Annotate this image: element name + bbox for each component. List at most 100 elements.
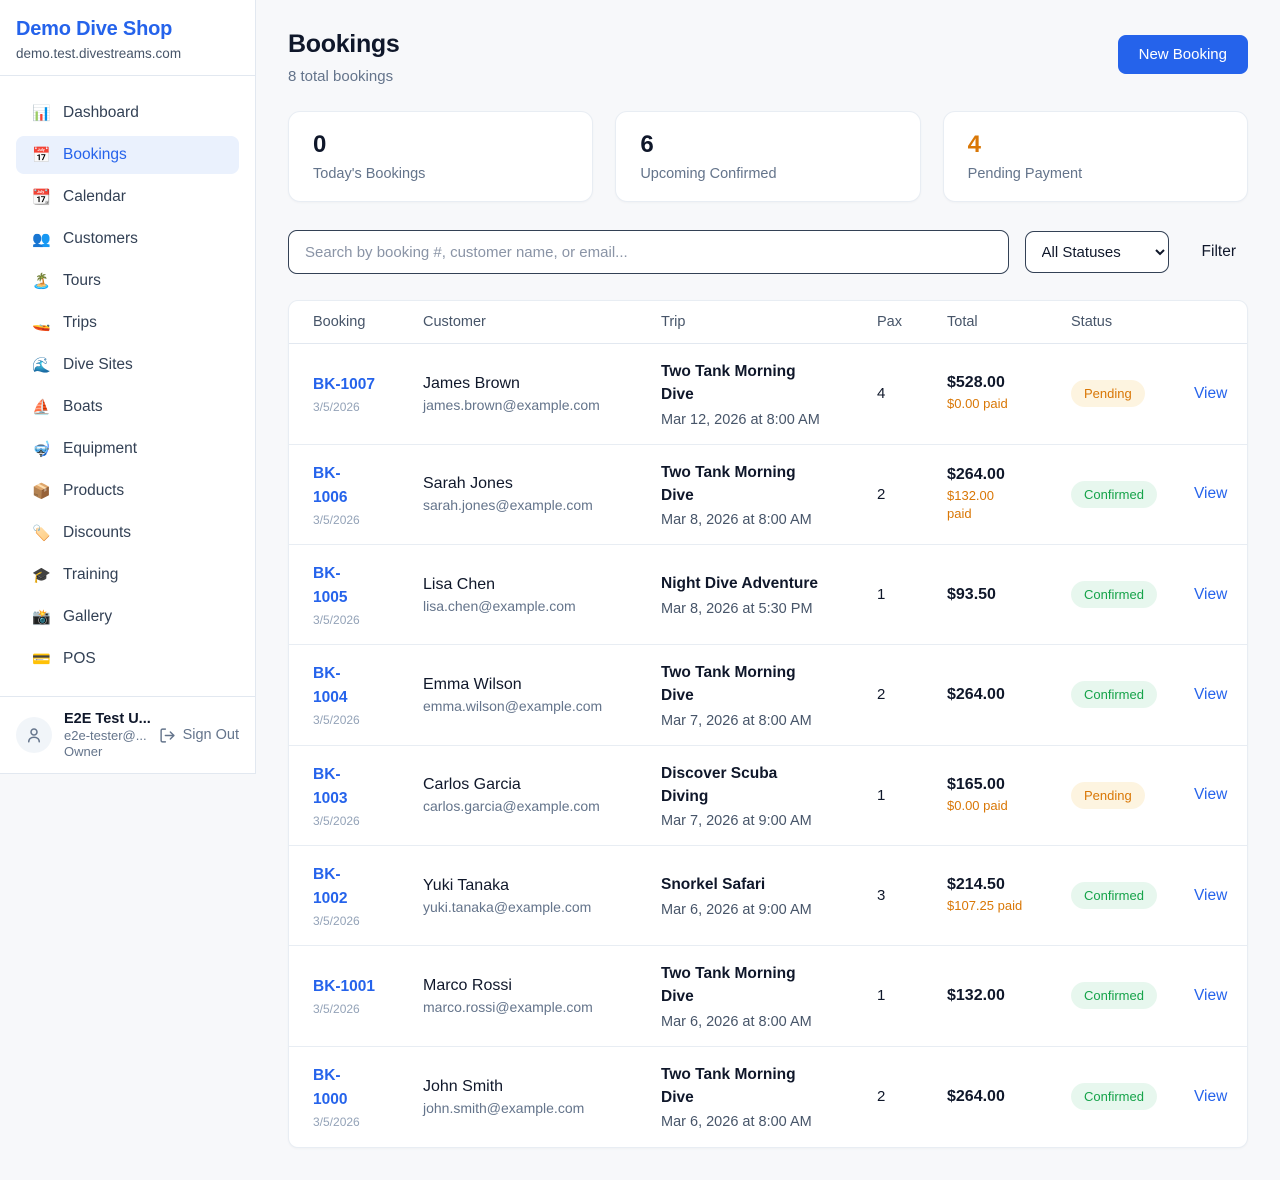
customer-email: yuki.tanaka@example.com xyxy=(423,899,661,915)
trip-datetime: Mar 6, 2026 at 9:00 AM xyxy=(661,902,859,918)
trip-name: Discover Scuba Diving xyxy=(661,762,859,809)
booking-id-link[interactable]: BK- 1005 xyxy=(313,562,423,610)
view-link[interactable]: View xyxy=(1194,1088,1227,1105)
sidebar-item-pos[interactable]: 💳 POS xyxy=(16,640,239,678)
customer-email: emma.wilson@example.com xyxy=(423,698,661,714)
sidebar-item-dashboard[interactable]: 📊 Dashboard xyxy=(16,94,239,132)
user-section: E2E Test U... e2e-tester@... Owner Sign … xyxy=(0,696,255,773)
status-badge: Confirmed xyxy=(1071,481,1157,508)
pax-count: 2 xyxy=(877,486,947,503)
total-amount: $132.00 xyxy=(947,987,1071,1005)
booking-id-link[interactable]: BK-1001 xyxy=(313,975,423,999)
booking-date: 3/5/2026 xyxy=(313,713,423,727)
sidebar: Demo Dive Shop demo.test.divestreams.com… xyxy=(0,0,256,774)
sidebar-item-label: Calendar xyxy=(63,188,126,206)
booking-date: 3/5/2026 xyxy=(313,1002,423,1016)
booking-date: 3/5/2026 xyxy=(313,914,423,928)
wave-icon: 🌊 xyxy=(32,358,50,373)
booking-date: 3/5/2026 xyxy=(313,1115,423,1129)
sidebar-item-label: Equipment xyxy=(63,440,137,458)
sidebar-item-customers[interactable]: 👥 Customers xyxy=(16,220,239,258)
brand-domain: demo.test.divestreams.com xyxy=(16,46,239,61)
table-row: BK- 1000 3/5/2026 John Smith john.smith@… xyxy=(289,1047,1247,1147)
stat-label: Upcoming Confirmed xyxy=(640,166,895,182)
sidebar-item-label: Dive Sites xyxy=(63,356,133,374)
stat-value: 4 xyxy=(968,131,1223,159)
sign-out-label: Sign Out xyxy=(183,727,239,743)
search-input[interactable] xyxy=(288,230,1009,274)
sidebar-item-discounts[interactable]: 🏷️ Discounts xyxy=(16,514,239,552)
sidebar-item-bookings[interactable]: 📅 Bookings xyxy=(16,136,239,174)
stat-card: 4 Pending Payment xyxy=(943,111,1248,202)
diving-mask-icon: 🤿 xyxy=(32,442,50,457)
total-amount: $528.00 xyxy=(947,374,1071,392)
sidebar-item-gallery[interactable]: 📸 Gallery xyxy=(16,598,239,636)
view-link[interactable]: View xyxy=(1194,586,1227,603)
sidebar-item-label: Boats xyxy=(63,398,103,416)
view-link[interactable]: View xyxy=(1194,987,1227,1004)
sidebar-item-calendar[interactable]: 📆 Calendar xyxy=(16,178,239,216)
speedboat-icon: 🚤 xyxy=(32,316,50,331)
avatar xyxy=(16,717,52,753)
logout-icon xyxy=(159,727,176,744)
booking-id-link[interactable]: BK- 1003 xyxy=(313,763,423,811)
status-select[interactable]: All Statuses xyxy=(1025,231,1169,273)
booking-id-link[interactable]: BK- 1006 xyxy=(313,462,423,510)
paid-amount: $107.25 paid xyxy=(947,897,1071,915)
sidebar-item-training[interactable]: 🎓 Training xyxy=(16,556,239,594)
sidebar-item-products[interactable]: 📦 Products xyxy=(16,472,239,510)
view-link[interactable]: View xyxy=(1194,786,1227,803)
stat-card: 6 Upcoming Confirmed xyxy=(615,111,920,202)
trip-datetime: Mar 12, 2026 at 8:00 AM xyxy=(661,412,859,428)
sidebar-item-label: Discounts xyxy=(63,524,131,542)
status-badge: Confirmed xyxy=(1071,882,1157,909)
table-row: BK- 1006 3/5/2026 Sarah Jones sarah.jone… xyxy=(289,445,1247,546)
page-title: Bookings xyxy=(288,30,400,59)
booking-id-link[interactable]: BK-1007 xyxy=(313,373,423,397)
booking-date: 3/5/2026 xyxy=(313,513,423,527)
customer-email: james.brown@example.com xyxy=(423,397,661,413)
view-link[interactable]: View xyxy=(1194,686,1227,703)
customer-name: James Brown xyxy=(423,375,661,393)
person-icon xyxy=(25,726,43,744)
total-amount: $214.50 xyxy=(947,876,1071,894)
table-header: Booking Customer Trip Pax Total Status xyxy=(289,301,1247,344)
view-link[interactable]: View xyxy=(1194,887,1227,904)
view-link[interactable]: View xyxy=(1194,385,1227,402)
sidebar-item-label: Dashboard xyxy=(63,104,139,122)
user-role: Owner xyxy=(64,744,147,759)
booking-id-link[interactable]: BK- 1004 xyxy=(313,662,423,710)
camera-flash-icon: 📸 xyxy=(32,610,50,625)
user-meta: E2E Test U... e2e-tester@... Owner xyxy=(64,711,147,759)
people-icon: 👥 xyxy=(32,232,50,247)
sidebar-item-label: Trips xyxy=(63,314,97,332)
trip-datetime: Mar 8, 2026 at 5:30 PM xyxy=(661,601,859,617)
customer-email: carlos.garcia@example.com xyxy=(423,798,661,814)
sidebar-item-tours[interactable]: 🏝️ Tours xyxy=(16,262,239,300)
table-body: BK-1007 3/5/2026 James Brown james.brown… xyxy=(289,344,1247,1147)
sidebar-item-label: Gallery xyxy=(63,608,112,626)
status-badge: Pending xyxy=(1071,782,1145,809)
new-booking-button[interactable]: New Booking xyxy=(1118,35,1248,74)
trip-datetime: Mar 8, 2026 at 8:00 AM xyxy=(661,512,859,528)
view-link[interactable]: View xyxy=(1194,485,1227,502)
customer-email: lisa.chen@example.com xyxy=(423,598,661,614)
booking-id-link[interactable]: BK- 1002 xyxy=(313,863,423,911)
brand-title: Demo Dive Shop xyxy=(16,18,239,41)
paid-amount: $0.00 paid xyxy=(947,395,1071,413)
sidebar-item-trips[interactable]: 🚤 Trips xyxy=(16,304,239,342)
booking-id-link[interactable]: BK- 1000 xyxy=(313,1064,423,1112)
sidebar-item-label: Tours xyxy=(63,272,101,290)
booking-date: 3/5/2026 xyxy=(313,814,423,828)
sidebar-item-equipment[interactable]: 🤿 Equipment xyxy=(16,430,239,468)
customer-name: Carlos Garcia xyxy=(423,776,661,794)
filter-button[interactable]: Filter xyxy=(1202,243,1236,261)
sidebar-item-dive-sites[interactable]: 🌊 Dive Sites xyxy=(16,346,239,384)
tear-off-calendar-icon: 📆 xyxy=(32,190,50,205)
trip-name: Two Tank Morning Dive xyxy=(661,1063,859,1110)
pax-count: 4 xyxy=(877,385,947,402)
sidebar-item-boats[interactable]: ⛵ Boats xyxy=(16,388,239,426)
stat-card: 0 Today's Bookings xyxy=(288,111,593,202)
sign-out-button[interactable]: Sign Out xyxy=(159,727,239,744)
total-amount: $264.00 xyxy=(947,686,1071,704)
